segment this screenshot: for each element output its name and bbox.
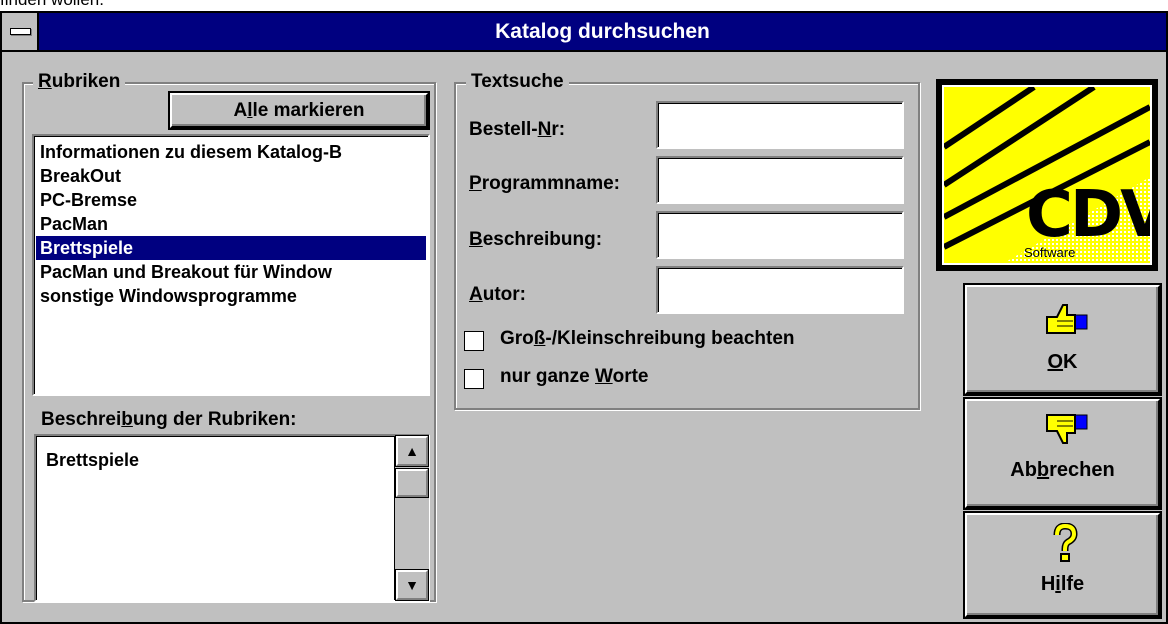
help-label: Hilfe	[1040, 573, 1085, 595]
search-catalog-dialog: Katalog durchsuchen Rubriken Alle markie…	[0, 11, 1168, 624]
rubriken-description-text: Brettspiele	[46, 450, 140, 470]
title-bar: Katalog durchsuchen	[2, 13, 1166, 52]
case-sensitive-checkbox[interactable]	[464, 331, 484, 351]
ok-button[interactable]: OK	[965, 285, 1160, 394]
list-item[interactable]: PC-Bremse	[40, 188, 137, 212]
list-item[interactable]: BreakOut	[40, 164, 121, 188]
whole-words-label[interactable]: nur ganze Worte	[500, 366, 649, 388]
cancel-button[interactable]: Abbrechen	[965, 399, 1160, 508]
system-menu-button[interactable]	[2, 13, 39, 50]
logo-sub-text: Software	[1024, 245, 1076, 260]
vertical-scrollbar[interactable]: ▲ ▼	[394, 435, 429, 601]
textsuche-label: Textsuche	[466, 72, 569, 92]
rubriken-label: Rubriken	[33, 72, 126, 92]
author-field[interactable]	[656, 266, 904, 314]
rubriken-listbox[interactable]: Informationen zu diesem Katalog-B BreakO…	[32, 134, 430, 396]
select-all-button[interactable]: Alle markieren	[170, 93, 428, 128]
cropped-instruction-text: finden wollen.	[0, 0, 104, 8]
list-item-selected[interactable]: Brettspiele	[36, 236, 426, 260]
help-button[interactable]: Hilfe	[965, 513, 1160, 617]
list-item[interactable]: PacMan	[40, 212, 108, 236]
scroll-up-arrow-icon[interactable]: ▲	[395, 435, 429, 467]
scroll-down-arrow-icon[interactable]: ▼	[395, 569, 429, 601]
description-field[interactable]	[656, 211, 904, 259]
case-sensitive-label[interactable]: Groß-/Kleinschreibung beachten	[500, 328, 795, 350]
whole-words-checkbox[interactable]	[464, 369, 484, 389]
scroll-thumb[interactable]	[395, 468, 429, 498]
list-item[interactable]: PacMan und Breakout für Window	[40, 260, 332, 284]
order-number-field[interactable]	[656, 101, 904, 149]
cdv-logo: CDV Software	[936, 79, 1158, 271]
logo-brand-text: CDV	[1026, 178, 1150, 252]
thumbs-down-icon	[1046, 414, 1088, 444]
order-number-label: Bestell-Nr:	[469, 119, 566, 140]
description-label: Beschreibung:	[469, 229, 603, 250]
ok-label: OK	[1047, 351, 1078, 373]
window-title: Katalog durchsuchen	[495, 20, 710, 43]
cancel-label: Abbrechen	[1010, 459, 1115, 481]
rubriken-description-label: Beschreibung der Rubriken:	[41, 409, 297, 430]
list-item[interactable]: sonstige Windowsprogramme	[40, 284, 297, 308]
program-name-label: Programmname:	[469, 173, 621, 194]
author-label: Autor:	[469, 284, 526, 305]
system-menu-icon	[10, 28, 31, 35]
program-name-field[interactable]	[656, 156, 904, 204]
rubriken-description-box[interactable]: Brettspiele ▲ ▼	[34, 434, 430, 602]
list-item[interactable]: Informationen zu diesem Katalog-B	[40, 140, 342, 164]
logo-panel: CDV Software	[942, 85, 1152, 265]
question-mark-icon	[1053, 523, 1078, 562]
thumbs-up-icon	[1046, 304, 1088, 334]
